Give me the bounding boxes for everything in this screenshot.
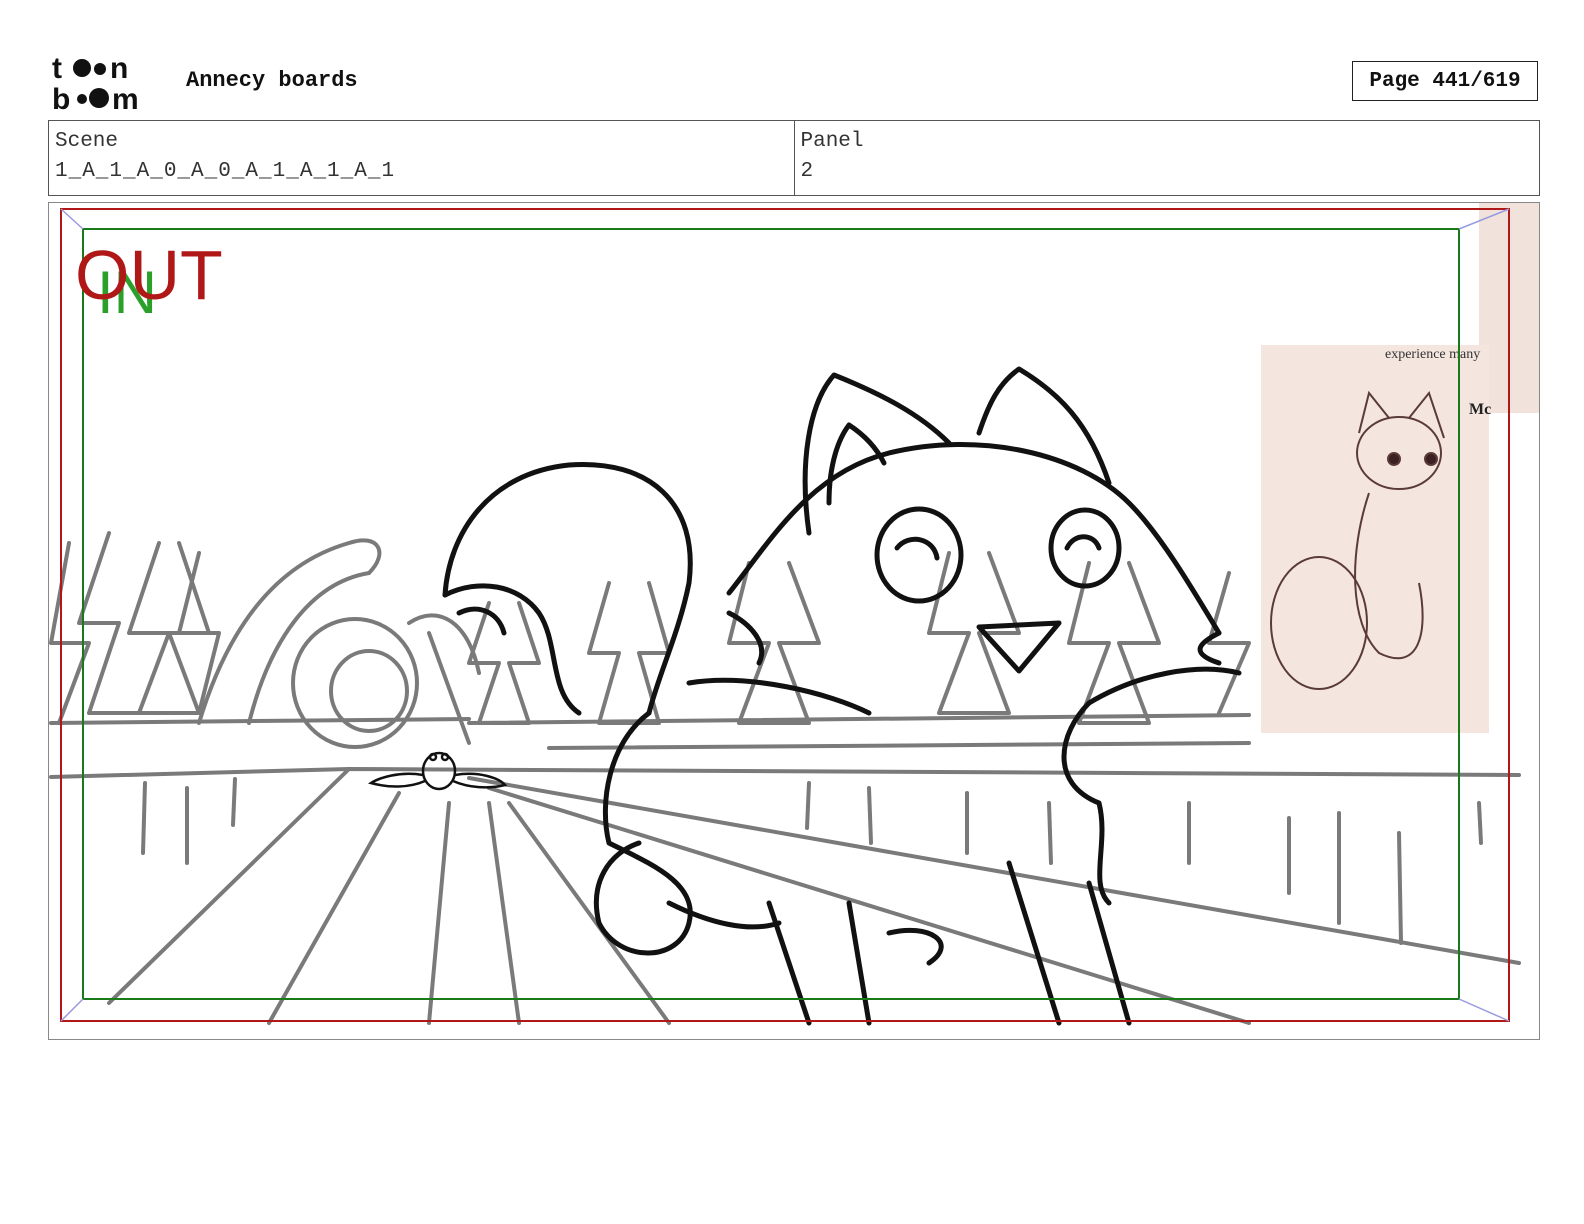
reference-fox-drawing — [1270, 390, 1445, 690]
document-title: Annecy boards — [186, 68, 358, 93]
scene-panel-info: Scene 1_A_1_A_0_A_0_A_1_A_1_A_1 Panel 2 — [48, 120, 1540, 196]
safe-out-label: OUT — [75, 236, 223, 314]
toon-boom-logo: t n b m — [52, 52, 139, 112]
logo-text: t — [52, 52, 62, 85]
scene-label: Scene — [55, 130, 119, 153]
svg-text:b: b — [52, 83, 70, 112]
sketch-canvas: IN OUT — [49, 208, 1521, 1026]
scene-value: 1_A_1_A_0_A_0_A_1_A_1_A_1 — [55, 160, 396, 183]
panel-label: Panel — [800, 130, 864, 153]
out-safe-frame — [60, 208, 1510, 1022]
scene-cell: Scene 1_A_1_A_0_A_0_A_1_A_1_A_1 — [49, 121, 794, 195]
panel-cell: Panel 2 — [793, 121, 1540, 195]
fox-sketch — [442, 366, 1242, 1026]
svg-text:m: m — [112, 83, 139, 112]
in-safe-frame — [82, 228, 1460, 1000]
storyboard-panel: experience many Mc IN OUT — [48, 202, 1540, 1040]
svg-text:n: n — [110, 52, 128, 85]
page-indicator: Page 441/619 — [1352, 61, 1538, 101]
panel-value: 2 — [800, 160, 815, 183]
